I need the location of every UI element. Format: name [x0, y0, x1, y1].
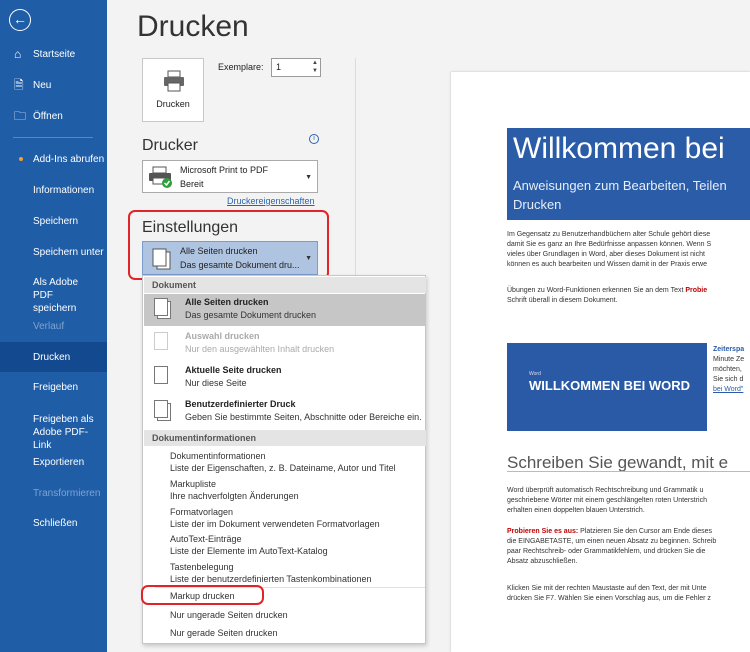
preview-title: Willkommen bei [513, 132, 725, 165]
chevron-down-icon: ▼ [305, 174, 312, 181]
preview-paragraph: Probieren Sie es aus: Platzieren Sie den… [507, 528, 717, 565]
menu-item-current-page[interactable]: Aktuelle Seite drucken Nur diese Seite [144, 362, 426, 394]
printer-ready-icon [149, 166, 172, 188]
page-icon [154, 366, 168, 384]
menu-item-custom-print[interactable]: Benutzerdefinierter Druck Geben Sie best… [144, 396, 426, 428]
printer-dropdown[interactable]: Microsoft Print to PDF Bereit ▼ [142, 160, 318, 193]
preview-image: Word WILLKOMMEN BEI WORD [507, 343, 707, 431]
page-title: Drucken [137, 10, 249, 43]
copies-label: Exemplare: [218, 62, 264, 72]
nav-item-drucken[interactable]: Drucken [0, 342, 107, 372]
nav-item-speichern-unter[interactable]: Speichern unter [0, 246, 107, 259]
folder-icon: 🗀 [14, 109, 27, 123]
preview-heading: Schreiben Sie gewandt, mit e [507, 453, 729, 472]
nav-item-speichern[interactable]: Speichern [0, 215, 107, 228]
highlight-settings [128, 210, 329, 280]
preview-subtitle: Anweisungen zum Bearbeiten, Teilen Drucke… [513, 178, 727, 212]
highlight-markup [141, 585, 264, 605]
nav-item-neu[interactable]: 🗎 Neu [0, 79, 107, 92]
menu-item-desc: Ihre nachverfolgten Änderungen [170, 491, 299, 501]
spin-up-icon[interactable]: ▲ [312, 60, 318, 66]
nav-item-informationen[interactable]: Informationen [0, 184, 107, 197]
nav-item-startseite[interactable]: ⌂ Startseite [0, 48, 107, 61]
page-icon [154, 298, 168, 316]
copies-value: 1 [276, 62, 282, 72]
menu-item-styles[interactable]: Formatvorlagen [170, 507, 233, 517]
preview-side-text: Zeiterspa Minute Ze möchten, Sie sich d … [713, 346, 745, 393]
printer-section-title: Drucker [142, 137, 199, 154]
menu-group-header: Dokumentinformationen [144, 430, 426, 446]
menu-item-all-pages[interactable]: Alle Seiten drucken Das gesamte Dokument… [144, 294, 426, 326]
menu-item-desc: Liste der Eigenschaften, z. B. Dateiname… [170, 463, 396, 473]
menu-item-doc-info[interactable]: Dokumentinformationen [170, 451, 266, 461]
nav-item-adobe-pdf[interactable]: Als Adobe PDF speichern [0, 276, 107, 315]
menu-item-odd-pages[interactable]: Nur ungerade Seiten drucken [170, 610, 288, 620]
nav-item-freigeben[interactable]: Freigeben [0, 381, 107, 394]
menu-item-selection: Auswahl drucken Nur den ausgewählten Inh… [144, 328, 426, 360]
nav-item-add-ins[interactable]: Add-Ins abrufen [0, 153, 107, 166]
page-icon [154, 400, 168, 418]
nav-item-verlauf: Verlauf [33, 321, 65, 332]
new-document-icon: 🗎 [14, 78, 24, 92]
preview-paragraph: Übungen zu Word-Funktionen erkennen Sie … [507, 287, 708, 304]
menu-item-key-assignments[interactable]: Tastenbelegung [170, 562, 234, 572]
menu-item-desc: Liste der benutzerdefinierten Tastenkomb… [170, 574, 372, 584]
preview-paragraph: Klicken Sie mit der rechten Maustaste au… [507, 585, 711, 602]
copies-spinner[interactable]: 1 ▲ ▼ [271, 58, 321, 77]
spin-down-icon[interactable]: ▼ [312, 68, 318, 74]
menu-item-desc: Liste der Elemente im AutoText-Katalog [170, 546, 328, 556]
heading-rule [507, 471, 750, 472]
info-icon[interactable]: i [309, 134, 319, 144]
printer-status: Bereit [180, 179, 204, 189]
menu-item-desc: Liste der im Dokument verwendeten Format… [170, 519, 380, 529]
nav-item-transformieren: Transformieren [33, 488, 101, 499]
nav-item-oeffnen[interactable]: 🗀 Öffnen [0, 110, 107, 123]
printer-name: Microsoft Print to PDF [180, 165, 269, 175]
nav-item-exportieren[interactable]: Exportieren [0, 456, 107, 469]
backstage-nav: ← ⌂ Startseite 🗎 Neu 🗀 Öffnen Add-Ins abruf… [0, 0, 107, 652]
nav-item-schliessen[interactable]: Schließen [0, 517, 107, 530]
home-icon: ⌂ [14, 47, 22, 61]
menu-group-header: Dokument [144, 277, 426, 293]
preview-title-banner: Willkommen bei Anweisungen zum Bearbeite… [507, 128, 750, 220]
print-button[interactable]: Drucken [142, 58, 204, 122]
back-arrow-icon[interactable]: ← [9, 9, 31, 31]
nav-item-freigeben-pdf-link[interactable]: Freigeben als Adobe PDF-Link [0, 413, 107, 452]
nav-divider [13, 137, 93, 138]
menu-item-even-pages[interactable]: Nur gerade Seiten drucken [170, 628, 278, 638]
preview-paragraph: Im Gegensatz zu Benutzerhandbüchern alte… [507, 231, 712, 268]
print-preview-page: Willkommen bei Anweisungen zum Bearbeite… [451, 72, 750, 652]
menu-item-autotext[interactable]: AutoText-Einträge [170, 534, 242, 544]
menu-item-markup-list[interactable]: Markupliste [170, 479, 216, 489]
printer-properties-link[interactable]: Druckereigenschaften [227, 196, 315, 206]
selection-page-icon [154, 332, 168, 350]
printer-icon [164, 70, 184, 92]
preview-paragraph: Word überprüft automatisch Rechtschreibu… [507, 487, 707, 514]
